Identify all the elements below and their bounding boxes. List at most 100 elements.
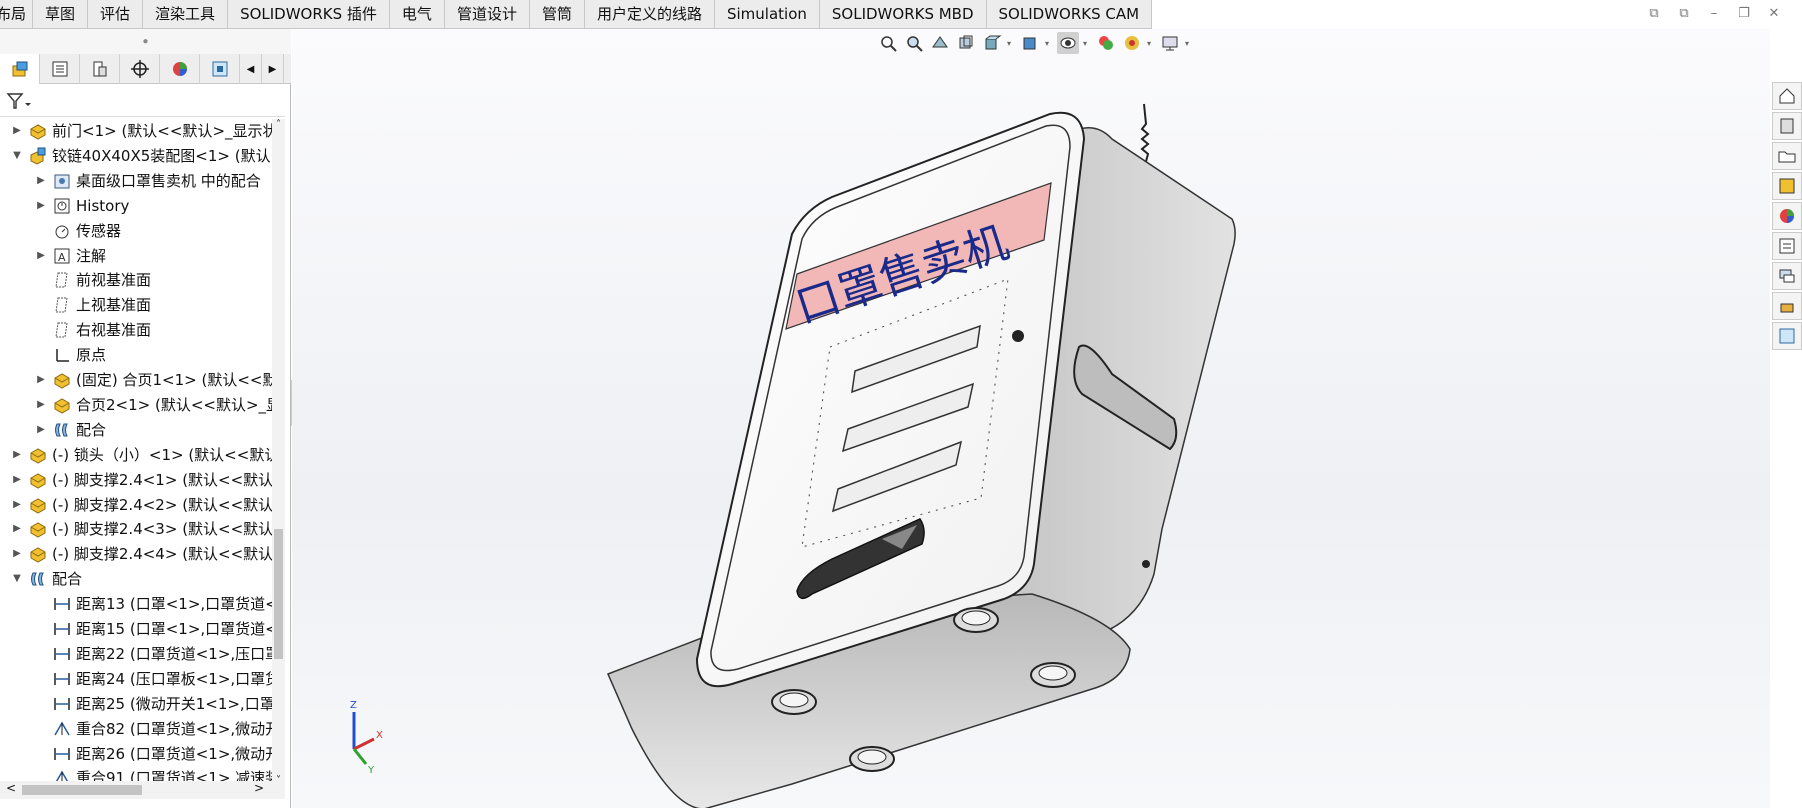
- chevron-right-icon[interactable]: ▶: [34, 368, 48, 392]
- tree-item[interactable]: ▶ (-) 脚支撑2.4<4> (默认<<默认>: [0, 542, 272, 566]
- tree-item[interactable]: ▶ 桌面级口罩售卖机 中的配合: [0, 169, 261, 193]
- tree-item[interactable]: 距离15 (口罩<1>,口罩货道<: [0, 617, 272, 641]
- previous-view-button[interactable]: [929, 32, 951, 54]
- appearances-tab[interactable]: [1772, 202, 1802, 230]
- restore-left-icon[interactable]: ⧉: [1646, 6, 1662, 21]
- routing-tab[interactable]: [1772, 322, 1802, 350]
- chevron-down-icon[interactable]: ▼: [10, 567, 24, 591]
- scroll-right-icon[interactable]: >: [254, 781, 264, 795]
- hscroll-thumb[interactable]: [22, 785, 142, 795]
- chevron-right-icon[interactable]: ▶: [34, 244, 48, 268]
- solidworks-resources-tab[interactable]: [1772, 82, 1802, 110]
- tree-item[interactable]: ▶ (-) 锁头（小）<1> (默认<<默认: [0, 443, 272, 467]
- edit-appearance-button[interactable]: [1095, 32, 1117, 54]
- chevron-right-icon[interactable]: ▶: [34, 418, 48, 442]
- chevron-down-icon[interactable]: ▾: [1083, 39, 1091, 48]
- chevron-down-icon[interactable]: ▾: [1147, 39, 1155, 48]
- chevron-right-icon[interactable]: ▶: [10, 517, 24, 541]
- tree-item[interactable]: 重合82 (口罩货道<1>,微动开: [0, 717, 272, 741]
- tree-item[interactable]: ▶ (-) 脚支撑2.4<3> (默认<<默认>: [0, 517, 272, 541]
- tab-scroll-right[interactable]: ▶: [262, 54, 284, 84]
- tree-item[interactable]: ▼ 铰链40X40X5装配图<1> (默认<: [0, 144, 272, 168]
- chevron-right-icon[interactable]: ▶: [34, 169, 48, 193]
- vending-machine-model[interactable]: 口罩售卖机: [292, 29, 1770, 808]
- tab-6[interactable]: 管道设计: [445, 0, 530, 29]
- tree-item[interactable]: 距离26 (口罩货道<1>,微动开: [0, 742, 272, 766]
- custom-properties-tab[interactable]: [1772, 232, 1802, 260]
- zoom-to-fit-button[interactable]: [877, 32, 899, 54]
- tree-item[interactable]: 距离24 (压口罩板<1>,口罩货: [0, 667, 272, 691]
- forum-tab[interactable]: [1772, 262, 1802, 290]
- tree-item[interactable]: 前视基准面: [0, 268, 151, 292]
- restore-right-icon[interactable]: ⧉: [1676, 6, 1692, 21]
- tree-item[interactable]: 原点: [0, 343, 106, 367]
- zoom-area-button[interactable]: [903, 32, 925, 54]
- display-manager-tab[interactable]: [160, 54, 200, 84]
- scroll-thumb[interactable]: [274, 529, 283, 659]
- tree-vertical-scrollbar[interactable]: ˄ ˅: [272, 119, 285, 789]
- view-settings-button[interactable]: [1159, 32, 1181, 54]
- tree-horizontal-scrollbar[interactable]: < >: [0, 781, 285, 799]
- tree-item[interactable]: 距离22 (口罩货道<1>,压口罩: [0, 642, 272, 666]
- configuration-manager-tab[interactable]: [80, 54, 120, 84]
- design-library-tab[interactable]: [1772, 112, 1802, 140]
- tree-item[interactable]: ▶ (-) 脚支撑2.4<1> (默认<<默认>: [0, 468, 272, 492]
- chevron-right-icon[interactable]: ▶: [10, 443, 24, 467]
- tab-1[interactable]: 草图: [33, 0, 89, 29]
- tree-item[interactable]: 距离13 (口罩<1>,口罩货道<: [0, 592, 272, 616]
- scroll-left-icon[interactable]: <: [6, 781, 16, 795]
- tab-0[interactable]: 布局: [0, 0, 34, 29]
- tree-item[interactable]: ▶ (固定) 合页1<1> (默认<<默认: [0, 368, 272, 392]
- tab-4[interactable]: SOLIDWORKS 插件: [228, 0, 390, 29]
- chevron-down-icon[interactable]: ▼: [10, 144, 24, 168]
- tree-item[interactable]: ▶ A 注解: [0, 244, 106, 268]
- scroll-up-icon[interactable]: ˄: [272, 119, 285, 133]
- tab-11[interactable]: SOLIDWORKS CAM: [987, 0, 1153, 29]
- tab-9[interactable]: Simulation: [715, 0, 820, 29]
- hide-show-button[interactable]: [1057, 32, 1079, 54]
- tree-item[interactable]: ▶ 前门<1> (默认<<默认>_显示状态: [0, 119, 272, 143]
- tree-item[interactable]: 上视基准面: [0, 293, 151, 317]
- tab-5[interactable]: 电气: [390, 0, 445, 29]
- tree-filter[interactable]: [0, 85, 285, 117]
- property-manager-tab[interactable]: [40, 54, 80, 84]
- tree-item[interactable]: ▶ History: [0, 194, 129, 218]
- tree-item[interactable]: ▼ 配合: [0, 567, 82, 591]
- tab-10[interactable]: SOLIDWORKS MBD: [820, 0, 987, 29]
- tab-2[interactable]: 评估: [88, 0, 144, 29]
- cam-manager-tab[interactable]: [200, 54, 240, 84]
- view-palette-tab[interactable]: [1772, 172, 1802, 200]
- chevron-down-icon[interactable]: ▾: [1185, 39, 1193, 48]
- feature-manager-tab[interactable]: [0, 54, 40, 84]
- section-view-button[interactable]: [955, 32, 977, 54]
- tab-7[interactable]: 管筒: [530, 0, 585, 29]
- chevron-right-icon[interactable]: ▶: [34, 393, 48, 417]
- tree-item[interactable]: ▶ 配合: [0, 418, 106, 442]
- close-icon[interactable]: ✕: [1766, 6, 1782, 21]
- tab-8[interactable]: 用户定义的线路: [585, 0, 715, 29]
- minimize-icon[interactable]: –: [1706, 6, 1722, 21]
- tab-scroll-left[interactable]: ◀: [240, 54, 262, 84]
- tree-item[interactable]: ▶ (-) 脚支撑2.4<2> (默认<<默认>: [0, 493, 272, 517]
- chevron-right-icon[interactable]: ▶: [34, 194, 48, 218]
- tree-item[interactable]: 传感器: [0, 219, 121, 243]
- tree-item[interactable]: ▶ 合页2<1> (默认<<默认>_显: [0, 393, 272, 417]
- pane-splitter[interactable]: ⦁: [0, 29, 291, 54]
- view-orientation-button[interactable]: [981, 32, 1003, 54]
- cam-tab[interactable]: [1772, 292, 1802, 320]
- chevron-right-icon[interactable]: ▶: [10, 542, 24, 566]
- tree-item[interactable]: 右视基准面: [0, 318, 151, 342]
- apply-scene-button[interactable]: [1121, 32, 1143, 54]
- graphics-area[interactable]: 口罩售卖机 ▾ ▾ ▾ ▾ ▾ Z X Y: [292, 29, 1770, 808]
- maximize-icon[interactable]: ❐: [1736, 6, 1752, 21]
- chevron-right-icon[interactable]: ▶: [10, 493, 24, 517]
- tree-item[interactable]: 距离25 (微动开关1<1>,口罩货: [0, 692, 272, 716]
- tab-3[interactable]: 渲染工具: [143, 0, 229, 29]
- chevron-right-icon[interactable]: ▶: [10, 468, 24, 492]
- chevron-right-icon[interactable]: ▶: [10, 119, 24, 143]
- dimxpert-manager-tab[interactable]: [120, 54, 160, 84]
- display-style-button[interactable]: [1019, 32, 1041, 54]
- file-explorer-tab[interactable]: [1772, 142, 1802, 170]
- chevron-down-icon[interactable]: ▾: [1045, 39, 1053, 48]
- chevron-down-icon[interactable]: ▾: [1007, 39, 1015, 48]
